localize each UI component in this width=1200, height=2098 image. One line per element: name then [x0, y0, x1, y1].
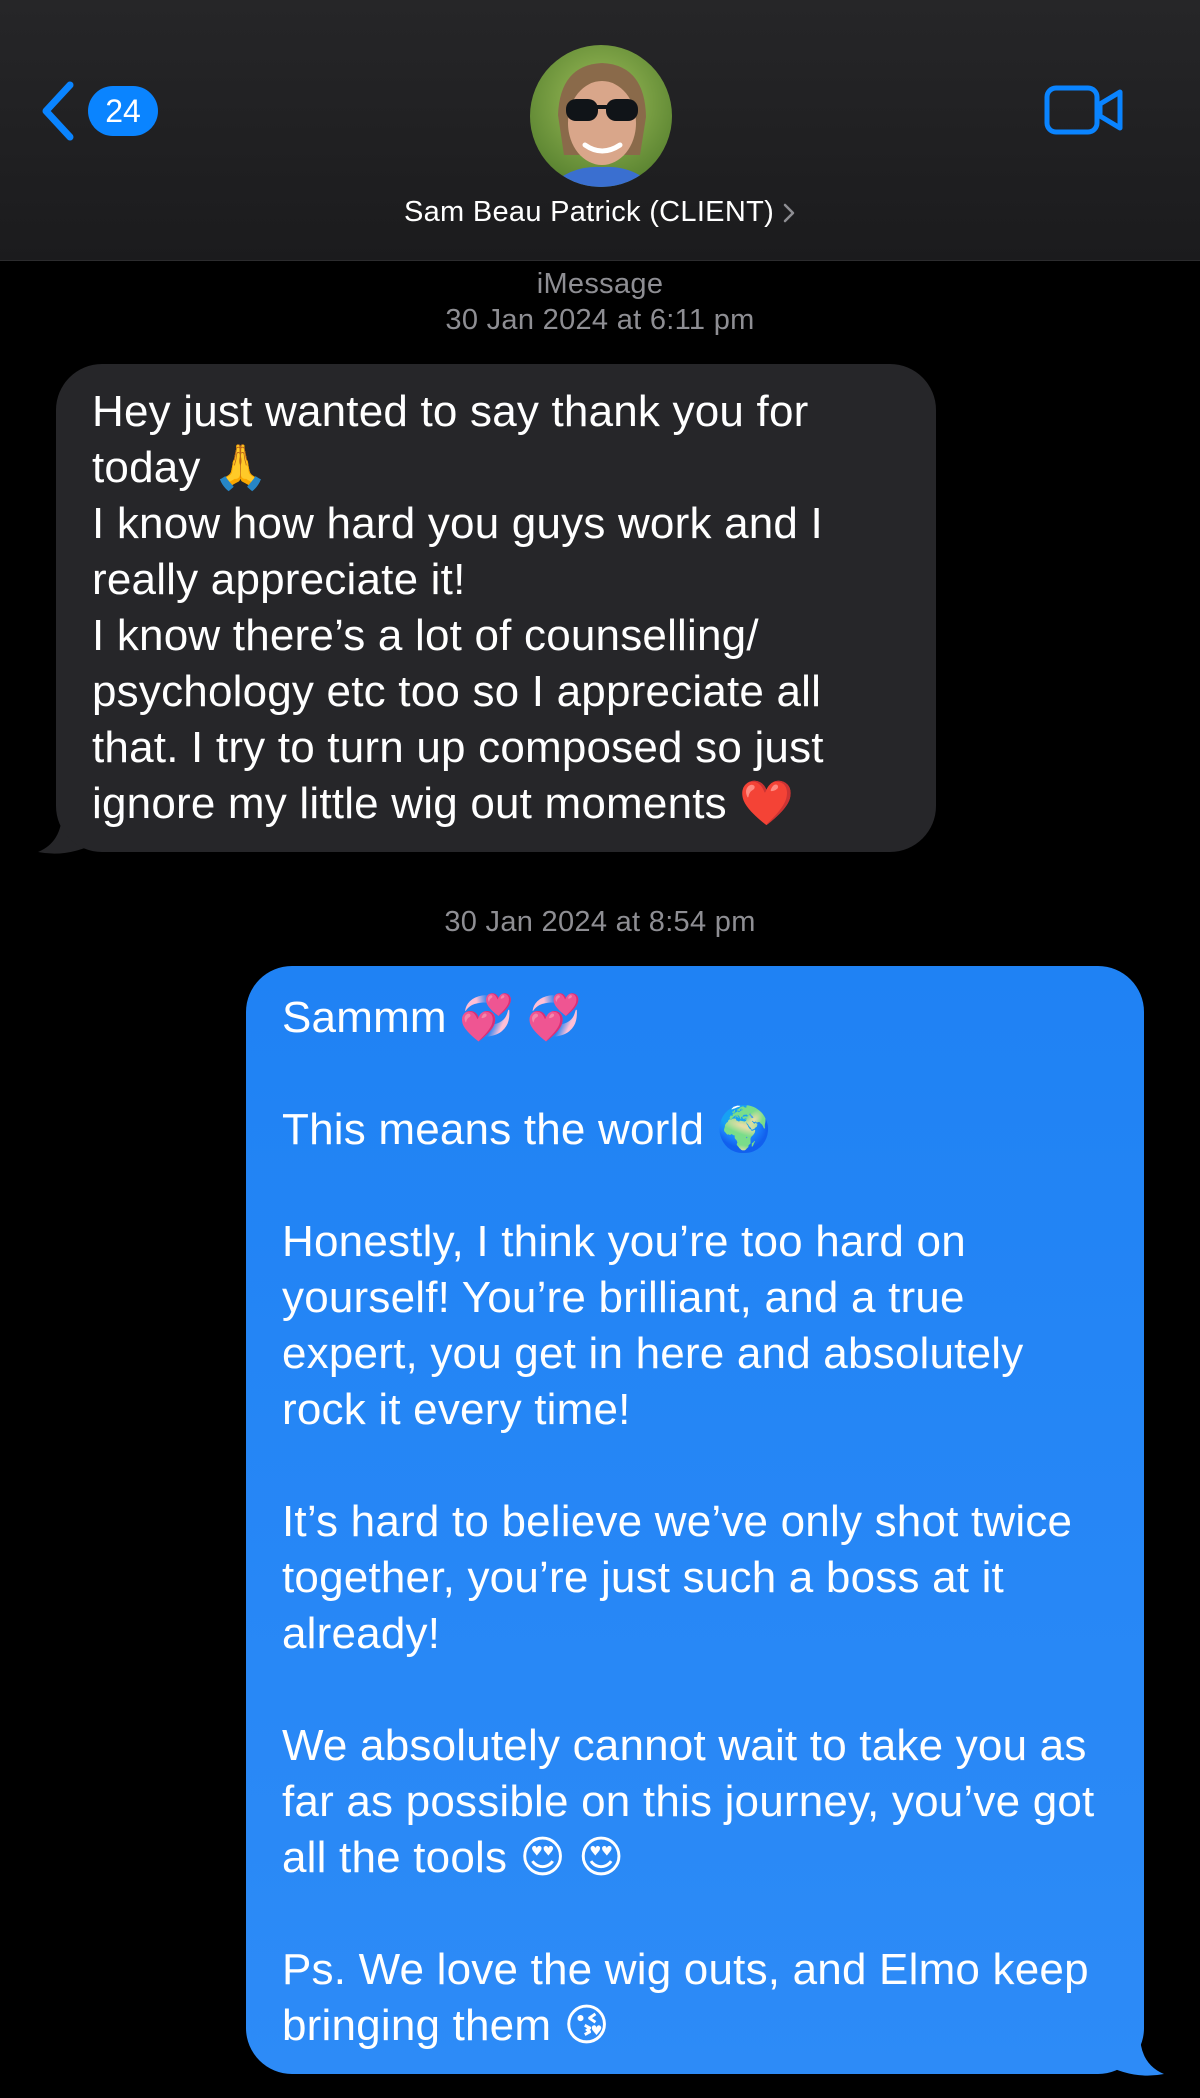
- incoming-message-bubble[interactable]: Hey just wanted to say thank you for tod…: [56, 364, 936, 852]
- message-line: I know how hard you guys work and I real…: [92, 499, 836, 604]
- back-button[interactable]: 24: [40, 78, 158, 144]
- timestamp: 30 Jan 2024 at 8:54 pm: [444, 906, 756, 938]
- message-line: I know there’s a lot of counselling/ psy…: [92, 611, 837, 828]
- outgoing-message-bubble[interactable]: Sammm 💞 💞 This means the world 🌍 Honestl…: [246, 966, 1144, 2074]
- service-label: iMessage: [536, 268, 664, 300]
- conversation-header: 24 Sam Beau Patrick (CLIENT): [0, 0, 1200, 261]
- video-call-button[interactable]: [1044, 84, 1124, 136]
- contact-avatar[interactable]: [530, 45, 672, 187]
- timestamp: 30 Jan 2024 at 6:11 pm: [445, 304, 755, 336]
- message-paragraph: This means the world 🌍: [282, 1105, 772, 1154]
- message-paragraph: Honestly, I think you’re too hard on you…: [282, 1217, 1036, 1434]
- contact-name-label: Sam Beau Patrick (CLIENT): [403, 196, 775, 228]
- message-line: Hey just wanted to say thank you for tod…: [92, 387, 821, 492]
- unread-count-badge: 24: [88, 86, 158, 136]
- chevron-right-icon: [783, 203, 795, 222]
- video-camera-icon: [1044, 85, 1123, 135]
- message-paragraph: We absolutely cannot wait to take you as…: [282, 1721, 1107, 1882]
- message-paragraph: Ps. We love the wig outs, and Elmo keep …: [282, 1945, 1102, 2050]
- message-paragraph: Sammm 💞 💞: [282, 993, 582, 1042]
- chevron-left-icon: [42, 81, 74, 141]
- avatar-photo: [530, 45, 672, 187]
- contact-name[interactable]: Sam Beau Patrick (CLIENT): [0, 196, 1200, 229]
- message-paragraph: It’s hard to believe we’ve only shot twi…: [282, 1497, 1085, 1658]
